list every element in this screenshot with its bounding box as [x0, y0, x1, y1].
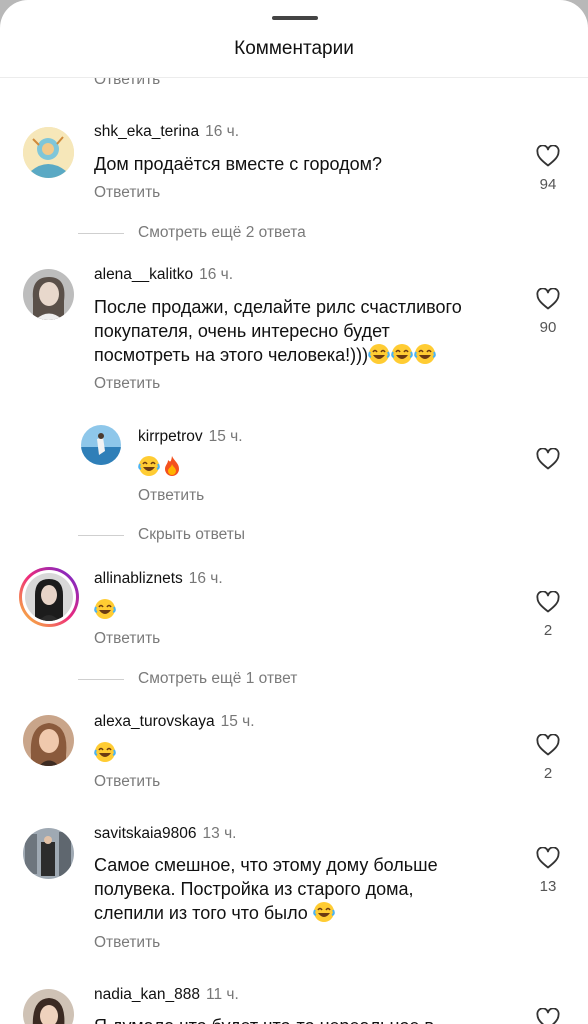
reply-time: 15 ч. — [208, 428, 243, 445]
laughing-emoji-icon — [414, 343, 436, 365]
comment-text — [94, 741, 117, 765]
comments-list[interactable]: Ответить shk_eka_terina 16 ч. Дом продаёт… — [0, 78, 588, 1024]
username-text[interactable]: shk_eka_terina — [94, 123, 199, 140]
avatar-image — [81, 425, 121, 465]
heart-icon[interactable] — [536, 288, 560, 310]
comment-text-line: слепили из того что было — [94, 901, 438, 925]
avatar[interactable] — [23, 989, 74, 1024]
reply-button[interactable]: Ответить — [94, 934, 160, 952]
heart-icon[interactable] — [536, 591, 560, 613]
comment-text-line: После продажи, сделайте рилс счастливого — [94, 297, 462, 317]
avatar-image — [23, 989, 74, 1024]
reply-button[interactable]: Ответить — [94, 375, 160, 393]
comment-time: 11 ч. — [206, 986, 239, 1003]
reply-button[interactable]: Ответить — [94, 184, 160, 202]
like-count: 2 — [543, 622, 553, 639]
username-text[interactable]: nadia_kan_888 — [94, 986, 200, 1003]
comment-text-fragment: посмотреть на этого человека!))) — [94, 345, 369, 365]
username-text[interactable]: alexa_turovskaya — [94, 713, 215, 730]
heart-icon[interactable] — [536, 734, 560, 756]
comment-text: Самое смешное, что этому дому больше пол… — [94, 853, 438, 925]
thread-line — [78, 679, 124, 680]
laughing-emoji-icon — [138, 455, 160, 477]
heart-icon[interactable] — [536, 1008, 560, 1024]
comment-time: 16 ч. — [205, 123, 240, 140]
avatar-image — [23, 715, 74, 766]
reply-button[interactable]: Ответить — [94, 78, 160, 89]
heart-icon[interactable] — [536, 145, 560, 167]
comment-username[interactable]: shk_eka_terina 16 ч. — [94, 123, 239, 141]
thread-line — [78, 535, 124, 536]
drag-handle[interactable] — [272, 16, 318, 20]
comment-time: 15 ч. — [220, 713, 255, 730]
comment-text-line: посмотреть на этого человека!))) — [94, 343, 462, 367]
avatar-image — [23, 269, 74, 320]
laughing-emoji-icon — [94, 598, 116, 620]
like-count: 94 — [539, 176, 557, 193]
laughing-emoji-icon — [368, 343, 390, 365]
comment-text-line: полувека. Постройка из старого дома, — [94, 879, 414, 899]
laughing-emoji-icon — [94, 741, 116, 763]
laughing-emoji-icon — [391, 343, 413, 365]
avatar-image — [23, 828, 74, 879]
avatar-image — [23, 127, 74, 178]
username-text[interactable]: kirrpetrov — [138, 428, 203, 445]
comment-text — [94, 598, 117, 622]
comment-text: Я думала что будет что-то нереальное в — [94, 1014, 434, 1024]
heart-icon[interactable] — [536, 847, 560, 869]
avatar[interactable] — [81, 425, 121, 465]
comment-username[interactable]: alexa_turovskaya 15 ч. — [94, 713, 255, 731]
like-count: 90 — [539, 319, 557, 336]
reply-button[interactable]: Ответить — [94, 630, 160, 648]
avatar-story-ring[interactable] — [19, 567, 79, 627]
avatar[interactable] — [23, 828, 74, 879]
comment-time: 13 ч. — [202, 825, 237, 842]
avatar[interactable] — [23, 715, 74, 766]
thread-line — [78, 233, 124, 234]
hide-replies-link[interactable]: Скрыть ответы — [138, 526, 245, 544]
comment-text-line: покупателя, очень интересно будет — [94, 321, 390, 341]
comment-text: Дом продаётся вместе с городом? — [94, 154, 382, 174]
comment-time: 16 ч. — [188, 570, 223, 587]
like-count: 2 — [543, 765, 553, 782]
comments-sheet: Комментарии Ответить shk_eka_terina 16 ч.… — [0, 0, 588, 1024]
avatar[interactable] — [23, 269, 74, 320]
username-text[interactable]: alena__kalitko — [94, 266, 193, 283]
laughing-emoji-icon — [313, 901, 335, 923]
fire-emoji-icon — [161, 455, 183, 477]
comment-username[interactable]: nadia_kan_888 11 ч. — [94, 986, 239, 1004]
heart-icon[interactable] — [536, 448, 560, 470]
sheet-title: Комментарии — [234, 38, 354, 59]
reply-username[interactable]: kirrpetrov 15 ч. — [138, 428, 243, 446]
view-more-replies-link[interactable]: Смотреть ещё 1 ответ — [138, 670, 297, 688]
comment-username[interactable]: alena__kalitko 16 ч. — [94, 266, 233, 284]
comment-text-fragment: слепили из того что было — [94, 903, 308, 923]
username-text[interactable]: savitskaia9806 — [94, 825, 197, 842]
view-more-replies-link[interactable]: Смотреть ещё 2 ответа — [138, 224, 306, 242]
comment-username[interactable]: allinabliznets 16 ч. — [94, 570, 223, 588]
reply-text — [138, 455, 184, 479]
comment-text: После продажи, сделайте рилс счастливого… — [94, 295, 462, 367]
username-text[interactable]: allinabliznets — [94, 570, 183, 587]
avatar-image — [25, 573, 73, 621]
comment-username[interactable]: savitskaia9806 13 ч. — [94, 825, 236, 843]
like-count: 13 — [539, 878, 557, 895]
reply-button[interactable]: Ответить — [138, 487, 204, 505]
comment-text-line: Самое смешное, что этому дому больше — [94, 855, 438, 875]
comment-time: 16 ч. — [199, 266, 234, 283]
reply-button[interactable]: Ответить — [94, 773, 160, 791]
avatar[interactable] — [23, 127, 74, 178]
